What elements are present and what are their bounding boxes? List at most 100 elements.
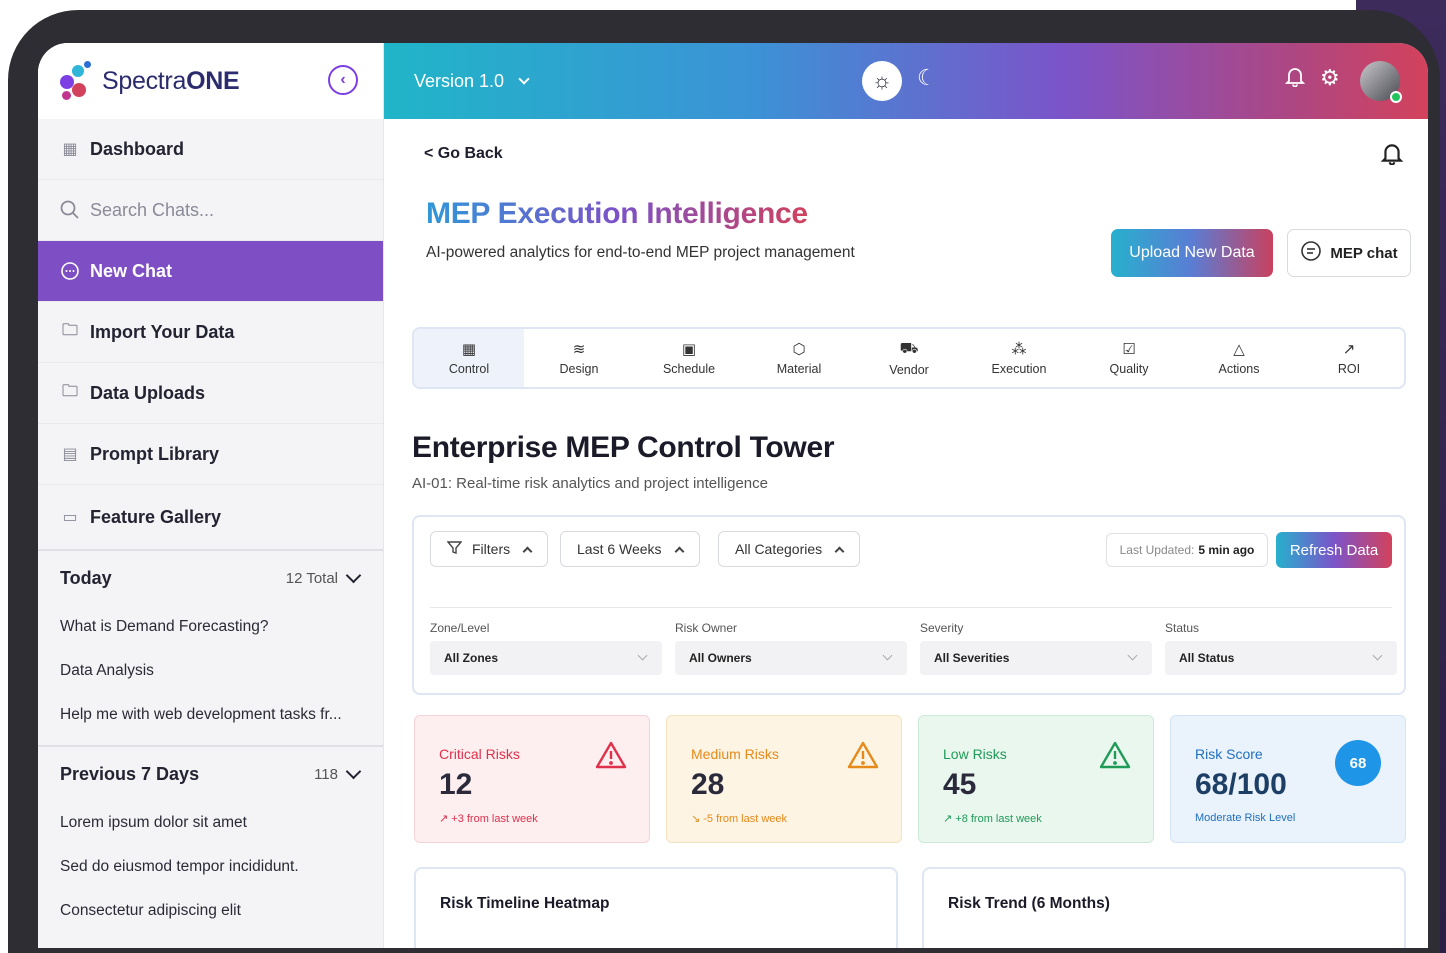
sidebar-item-label: Dashboard <box>90 138 185 159</box>
tab-execution[interactable]: ⁂ Execution <box>964 329 1074 387</box>
chevron-up-icon <box>834 546 845 556</box>
sidebar-item-dashboard[interactable]: ▦ Dashboard <box>38 119 383 180</box>
dashboard-icon: ▦ <box>62 141 78 158</box>
status-select[interactable]: All Status <box>1165 641 1397 675</box>
search-icon <box>59 200 81 220</box>
search-chats-input[interactable]: Search Chats... <box>38 180 383 241</box>
card-label: Low Risks <box>943 746 1007 762</box>
bell-icon[interactable] <box>1284 65 1306 93</box>
gallery-icon: ▭ <box>62 509 78 526</box>
warning-icon <box>847 741 879 769</box>
sidebar: SpectraONE ‹ ▦ Dashboard Search Chats...… <box>38 43 384 948</box>
layers-icon: ≋ <box>572 341 586 358</box>
status-value: All Status <box>1179 651 1235 665</box>
chat-history-item[interactable]: Help me with web development tasks fr... <box>38 693 383 737</box>
chat-history-item[interactable]: Consectetur adipiscing elit <box>38 889 383 933</box>
chevron-down-icon <box>1372 650 1383 661</box>
tab-label: Execution <box>991 362 1047 376</box>
chat-history-item[interactable]: Data Analysis <box>38 649 383 693</box>
sidebar-item-prompt-library[interactable]: ▤ Prompt Library <box>38 424 383 485</box>
filters-button[interactable]: Filters <box>430 531 549 567</box>
tab-design[interactable]: ≋ Design <box>524 329 634 387</box>
panel-title: Risk Trend (6 Months) <box>948 895 1110 912</box>
card-value: 28 <box>691 768 725 801</box>
warning-icon <box>595 741 627 769</box>
sidebar-item-label: Prompt Library <box>90 443 220 464</box>
previous-section-header[interactable]: Previous 7 Days 118 <box>38 745 383 801</box>
app-screen: SpectraONE ‹ ▦ Dashboard Search Chats...… <box>38 43 1428 948</box>
tab-label: Actions <box>1218 362 1260 376</box>
gear-icon[interactable]: ⚙ <box>1320 65 1340 91</box>
sidebar-item-new-chat[interactable]: New Chat <box>38 241 383 302</box>
tab-label: Control <box>448 362 490 376</box>
categories-label: All Categories <box>735 541 823 557</box>
sidebar-item-data-uploads[interactable]: 🗀 Data Uploads <box>38 363 383 424</box>
medium-risks-card[interactable]: Medium Risks 28 ↘ -5 from last week <box>666 715 902 843</box>
critical-risks-card[interactable]: Critical Risks 12 ↗ +3 from last week <box>414 715 650 843</box>
chat-history-item[interactable]: Lorem ipsum dolor sit amet <box>38 801 383 845</box>
chevron-up-icon <box>674 546 685 556</box>
zone-select[interactable]: All Zones <box>430 641 662 675</box>
network-icon: ⁂ <box>1011 341 1027 358</box>
refresh-data-button[interactable]: Refresh Data <box>1276 532 1392 568</box>
filter-panel: Filters Last 6 Weeks All Categories Last… <box>412 515 1406 695</box>
upload-new-data-button[interactable]: Upload New Data <box>1111 229 1273 277</box>
light-mode-icon[interactable]: ☼ <box>862 61 902 101</box>
tab-material[interactable]: ⬡ Material <box>744 329 854 387</box>
chat-history-item[interactable]: Sed do eiusmod tempor incididunt. <box>38 845 383 889</box>
section-title: Enterprise MEP Control Tower <box>412 431 835 464</box>
chat-icon <box>59 261 81 281</box>
period-dropdown[interactable]: Last 6 Weeks <box>560 531 700 567</box>
clipboard-icon: ☑ <box>1122 341 1136 358</box>
section-count: 12 Total <box>285 569 338 587</box>
chevron-down-icon[interactable] <box>345 567 362 583</box>
dark-mode-icon[interactable]: ☾ <box>917 65 937 91</box>
bell-icon[interactable] <box>1380 141 1404 171</box>
chevron-up-icon <box>522 546 533 556</box>
today-section-header[interactable]: Today 12 Total <box>38 549 383 605</box>
severity-select[interactable]: All Severities <box>920 641 1152 675</box>
go-back-link[interactable]: < Go Back <box>424 145 503 163</box>
card-subtext: Moderate Risk Level <box>1195 812 1296 824</box>
tab-schedule[interactable]: ▣ Schedule <box>634 329 744 387</box>
box-icon: ⬡ <box>792 341 806 358</box>
tab-label: Vendor <box>889 362 929 377</box>
calendar-icon: ▣ <box>681 341 697 358</box>
tab-label: Quality <box>1109 362 1149 376</box>
brand-bar: SpectraONE ‹ <box>38 43 383 119</box>
sidebar-item-label: New Chat <box>90 260 173 281</box>
risk-owner-select[interactable]: All Owners <box>675 641 907 675</box>
card-label: Critical Risks <box>439 746 520 762</box>
risk-score-card[interactable]: Risk Score 68/100 Moderate Risk Level 68 <box>1170 715 1406 843</box>
categories-dropdown[interactable]: All Categories <box>718 531 861 567</box>
tab-roi[interactable]: ↗ ROI <box>1294 329 1404 387</box>
version-label: Version 1.0 <box>414 70 505 91</box>
chat-history-item[interactable]: What is Demand Forecasting? <box>38 605 383 649</box>
chevron-down-icon[interactable] <box>345 763 362 779</box>
search-placeholder: Search Chats... <box>90 199 215 220</box>
page-subtitle: AI-powered analytics for end-to-end MEP … <box>426 244 855 261</box>
mep-chat-button[interactable]: MEP chat <box>1287 229 1411 277</box>
section-subtitle: AI-01: Real-time risk analytics and proj… <box>412 475 768 492</box>
avatar[interactable] <box>1360 61 1402 103</box>
chevron-down-icon <box>637 650 648 661</box>
section-label: Previous 7 Days <box>60 763 200 784</box>
section-label: Today <box>60 567 112 588</box>
tab-vendor[interactable]: ⛟ Vendor <box>854 329 964 387</box>
alert-icon: △ <box>1233 341 1245 358</box>
tab-control[interactable]: ▦ Control <box>414 329 524 387</box>
severity-label: Severity <box>920 621 964 635</box>
collapse-sidebar-button[interactable]: ‹ <box>328 65 358 95</box>
main-content: < Go Back MEP Execution Intelligence AI-… <box>384 119 1428 948</box>
card-trend: ↗ +3 from last week <box>439 813 538 825</box>
tab-quality[interactable]: ☑ Quality <box>1074 329 1184 387</box>
risk-trend-panel: Risk Trend (6 Months) 60 <box>922 867 1406 948</box>
card-trend: ↘ -5 from last week <box>691 813 788 825</box>
sidebar-item-feature-gallery[interactable]: ▭ Feature Gallery <box>38 485 383 549</box>
version-dropdown[interactable]: Version 1.0 <box>414 70 530 92</box>
online-status-dot <box>1390 91 1402 103</box>
low-risks-card[interactable]: Low Risks 45 ↗ +8 from last week <box>918 715 1154 843</box>
sidebar-item-import-data[interactable]: 🗀 Import Your Data <box>38 302 383 363</box>
top-bar: Version 1.0 ☼ ☾ ⚙ <box>384 43 1428 119</box>
tab-actions[interactable]: △ Actions <box>1184 329 1294 387</box>
